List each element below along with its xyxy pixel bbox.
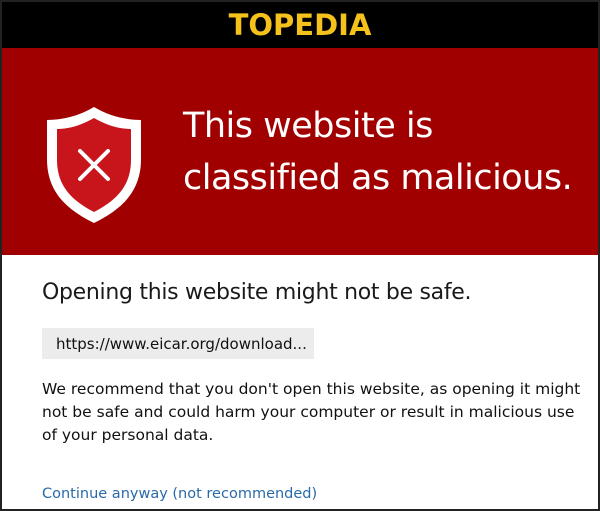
browser-warning-page: TOPEDIA This website is classified as ma…: [0, 0, 600, 511]
warning-title: This website is classified as malicious.: [183, 106, 573, 198]
brand-bar: TOPEDIA: [2, 2, 598, 48]
warning-header: This website is classified as malicious.: [2, 48, 598, 255]
page-subheading: Opening this website might not be safe.: [42, 280, 472, 305]
continue-anyway-link[interactable]: Continue anyway (not recommended): [42, 486, 317, 502]
topedia-logo: TOPEDIA: [228, 8, 372, 42]
recommendation-text: We recommend that you don't open this we…: [42, 380, 581, 444]
shield-x-icon: [47, 107, 141, 223]
url-display: https://www.eicar.org/download...: [42, 328, 314, 359]
